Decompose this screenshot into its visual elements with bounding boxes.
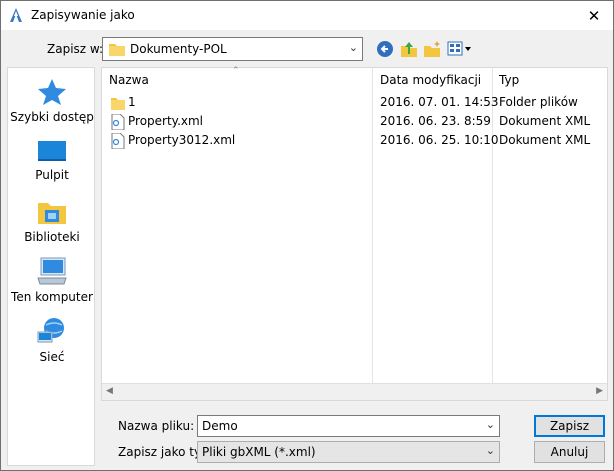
file-list: ⌃ Nazwa Data modyfikacji Typ 1 2016. 07.… — [101, 66, 608, 401]
quick-access-star-icon — [38, 79, 66, 105]
libraries-icon — [38, 203, 66, 224]
back-icon[interactable] — [376, 40, 394, 58]
filename-value: Demo — [202, 419, 238, 433]
sidebar-item-quick-access[interactable]: Szybki dostęp — [8, 78, 96, 124]
file-date: 2016. 06. 25. 10:10 — [380, 133, 499, 147]
filetype-value: Pliki gbXML (*.xml) — [202, 445, 316, 459]
save-in-dropdown[interactable]: Dokumenty-POL ⌄ — [102, 37, 363, 61]
places-sidebar: Szybki dostęp Pulpit Biblioteki Ten komp… — [7, 67, 95, 466]
file-row[interactable]: Property3012.xml 2016. 06. 25. 10:10 Dok… — [102, 132, 607, 150]
scroll-right-icon[interactable]: ▶ — [596, 386, 603, 396]
file-date: 2016. 06. 23. 8:59 — [380, 114, 491, 128]
xml-file-icon — [111, 114, 125, 130]
file-row[interactable]: Property.xml 2016. 06. 23. 8:59 Dokument… — [102, 113, 607, 131]
save-as-dialog: Zapisywanie jako ✕ Zapisz w: Dokumenty-P… — [0, 0, 614, 471]
filetype-dropdown[interactable]: Pliki gbXML (*.xml) ⌄ — [197, 441, 500, 463]
xml-file-icon — [111, 133, 125, 149]
view-menu-icon[interactable] — [447, 40, 473, 58]
file-type: Dokument XML — [499, 133, 591, 147]
sidebar-item-desktop[interactable]: Pulpit — [8, 138, 96, 182]
app-icon — [10, 8, 22, 22]
network-icon — [37, 318, 64, 343]
save-in-label: Zapisz w: — [47, 42, 104, 56]
desktop-icon — [38, 141, 66, 161]
scroll-left-icon[interactable]: ◀ — [106, 386, 113, 396]
file-type: Folder plików — [499, 95, 578, 109]
computer-icon — [37, 257, 67, 285]
file-date: 2016. 07. 01. 14:53 — [380, 95, 499, 109]
sidebar-item-label: Biblioteki — [24, 230, 80, 244]
sort-ascending-icon: ⌃ — [232, 66, 240, 76]
sidebar-item-network[interactable]: Sieć — [8, 316, 96, 364]
file-name: 1 — [128, 95, 136, 109]
window-title: Zapisywanie jako — [31, 8, 135, 22]
chevron-down-icon[interactable]: ⌄ — [486, 418, 495, 431]
up-folder-icon[interactable] — [400, 40, 418, 58]
folder-icon — [111, 98, 125, 110]
sidebar-item-label: Szybki dostęp — [10, 110, 94, 124]
file-name: Property3012.xml — [128, 133, 236, 147]
title-bar: Zapisywanie jako ✕ — [1, 1, 613, 30]
sidebar-item-label: Pulpit — [35, 168, 69, 182]
sidebar-item-this-pc[interactable]: Ten komputer — [8, 256, 96, 304]
save-in-value: Dokumenty-POL — [130, 42, 227, 56]
sidebar-item-label: Ten komputer — [11, 290, 93, 304]
close-icon: ✕ — [587, 7, 601, 25]
save-button[interactable]: Zapisz — [534, 415, 605, 437]
close-button[interactable]: ✕ — [581, 5, 607, 27]
filename-input[interactable]: Demo ⌄ — [197, 415, 500, 437]
column-header-date[interactable]: Data modyfikacji — [380, 73, 481, 87]
column-header-type[interactable]: Typ — [499, 73, 519, 87]
cancel-button[interactable]: Anuluj — [534, 441, 605, 463]
horizontal-scrollbar[interactable]: ◀ ▶ — [102, 383, 607, 400]
sidebar-item-libraries[interactable]: Biblioteki — [8, 198, 96, 244]
file-type: Dokument XML — [499, 114, 591, 128]
folder-icon — [109, 44, 125, 56]
file-name: Property.xml — [128, 114, 204, 128]
column-header-name[interactable]: Nazwa — [109, 73, 149, 87]
sidebar-item-label: Sieć — [39, 350, 65, 364]
chevron-down-icon: ⌄ — [485, 444, 495, 457]
file-row[interactable]: 1 2016. 07. 01. 14:53 Folder plików — [102, 94, 607, 112]
filename-label: Nazwa pliku: — [118, 419, 195, 433]
new-folder-icon[interactable] — [423, 40, 441, 58]
chevron-down-icon: ⌄ — [348, 41, 358, 54]
